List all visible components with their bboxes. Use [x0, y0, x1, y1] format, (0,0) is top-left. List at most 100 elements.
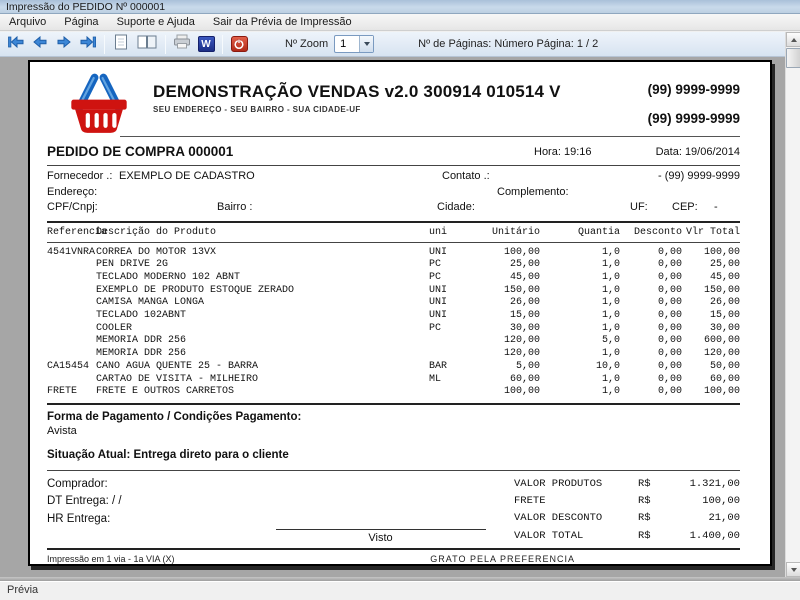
cell-descricao: CAMISA MANGA LONGA	[96, 297, 429, 310]
prev-page-button[interactable]	[29, 34, 51, 55]
cell-vlr-total: 26,00	[682, 297, 740, 310]
order-title-row: PEDIDO DE COMPRA 000001 Hora: 19:16 Data…	[47, 144, 740, 159]
total-label: FRETE	[514, 493, 638, 510]
supplier-block: Fornecedor .: EXEMPLO DE CADASTRO Contat…	[47, 166, 740, 217]
cell-referencia	[47, 323, 96, 336]
cell-desconto: 0,00	[620, 323, 682, 336]
menu-arquivo[interactable]: Arquivo	[0, 14, 55, 31]
cell-quantia: 5,0	[540, 335, 620, 348]
items-table: Referencia Descrição do Produto uni Unit…	[47, 223, 740, 399]
cell-vlr-total: 50,00	[682, 361, 740, 374]
single-page-view-button[interactable]	[110, 34, 132, 55]
menu-sair-previa[interactable]: Sair da Prévia de Impressão	[204, 14, 361, 31]
order-time: Hora: 19:16	[534, 146, 630, 158]
signature-line	[276, 529, 486, 530]
total-row: VALOR TOTAL R$ 1.400,00	[514, 528, 740, 545]
company-title: DEMONSTRAÇÃO VENDAS v2.0 300914 010514 V	[153, 82, 590, 102]
export-word-button[interactable]: W	[195, 34, 217, 55]
cell-referencia: FRETE	[47, 386, 96, 399]
cell-desconto: 0,00	[620, 247, 682, 260]
cell-descricao: PEN DRIVE 2G	[96, 259, 429, 272]
page-counter: Nº de Páginas: Número Página: 1 / 2	[418, 38, 598, 50]
last-page-button[interactable]	[77, 34, 99, 55]
print-button[interactable]	[171, 34, 193, 55]
col-referencia: Referencia	[47, 226, 96, 240]
menu-suporte[interactable]: Suporte e Ajuda	[108, 14, 204, 31]
zoom-dropdown[interactable]: 1	[334, 35, 374, 53]
two-pages-icon	[137, 34, 157, 55]
zoom-value: 1	[335, 38, 359, 50]
order-date: Data: 19/06/2014	[630, 146, 740, 158]
cell-vlr-total: 45,00	[682, 272, 740, 285]
window-titlebar[interactable]: Impressão do PEDIDO Nº 000001	[0, 0, 800, 14]
cell-unitario: 15,00	[475, 310, 540, 323]
table-row: FRETE FRETE E OUTROS CARRETOS 100,00 1,0…	[47, 386, 740, 399]
cell-referencia	[47, 310, 96, 323]
cell-desconto: 0,00	[620, 374, 682, 387]
total-value: 1.400,00	[666, 528, 740, 545]
power-off-icon	[231, 36, 248, 52]
cell-uni: PC	[429, 272, 475, 285]
menu-pagina[interactable]: Página	[55, 14, 107, 31]
cell-vlr-total: 15,00	[682, 310, 740, 323]
scroll-down-button[interactable]	[786, 562, 800, 577]
total-row: FRETE R$ 100,00	[514, 493, 740, 510]
total-value: 1.321,00	[666, 476, 740, 493]
divider	[47, 470, 740, 471]
scrollbar-thumb[interactable]	[786, 48, 800, 68]
first-page-button[interactable]	[5, 34, 27, 55]
next-page-button[interactable]	[53, 34, 75, 55]
table-row: TECLADO 102ABNT UNI 15,00 1,0 0,00 15,00	[47, 310, 740, 323]
payment-label: Forma de Pagamento / Condições Pagamento…	[47, 411, 740, 423]
cell-vlr-total: 150,00	[682, 285, 740, 298]
cell-descricao: MEMÓRIA DDR 256	[96, 335, 429, 348]
cell-quantia: 1,0	[540, 272, 620, 285]
cell-vlr-total: 100,00	[682, 247, 740, 260]
cell-uni: PC	[429, 259, 475, 272]
fornecedor-label: Fornecedor .:	[47, 170, 112, 182]
two-page-view-button[interactable]	[134, 34, 160, 55]
power-off-button[interactable]	[228, 34, 250, 55]
total-value: 21,00	[666, 510, 740, 527]
cell-unitario: 100,00	[475, 386, 540, 399]
cell-uni	[429, 386, 475, 399]
chevron-down-icon[interactable]	[359, 36, 373, 52]
via-note: Impressão em 1 via - 1a VIA (X)	[47, 554, 430, 564]
scroll-up-button[interactable]	[786, 32, 800, 47]
thanks-note: GRATO PELA PREFERENCIA	[430, 554, 575, 564]
document-page: DEMONSTRAÇÃO VENDAS v2.0 300914 010514 V…	[28, 60, 772, 566]
dt-entrega-label: DT Entrega:	[47, 495, 109, 507]
cell-descricao: CANO AGUA QUENTE 25 - BARRA	[96, 361, 429, 374]
cell-descricao: TECLADO MODERNO 102 ABNT	[96, 272, 429, 285]
cell-referencia: 4541VNRA	[47, 247, 96, 260]
cell-uni: UNI	[429, 310, 475, 323]
col-descricao: Descrição do Produto	[96, 226, 429, 240]
cell-referencia	[47, 348, 96, 361]
table-row: MEMÓRIA DDR 256 120,00 5,0 0,00 600,00	[47, 335, 740, 348]
cell-vlr-total: 30,00	[682, 323, 740, 336]
totals-block: VALOR PRODUTOS R$ 1.321,00 FRETE R$ 100,…	[514, 476, 740, 546]
cell-desconto: 0,00	[620, 386, 682, 399]
cell-uni	[429, 348, 475, 361]
cell-referencia	[47, 272, 96, 285]
uf-label: UF:	[630, 201, 648, 213]
document-header: DEMONSTRAÇÃO VENDAS v2.0 300914 010514 V…	[47, 70, 740, 134]
cell-vlr-total: 60,00	[682, 374, 740, 387]
vertical-scrollbar[interactable]	[785, 32, 800, 577]
table-row: CAMISA MANGA LONGA UNI 26,00 1,0 0,00 26…	[47, 297, 740, 310]
bottom-note-row: Impressão em 1 via - 1a VIA (X) GRATO PE…	[47, 554, 740, 564]
total-label: VALOR TOTAL	[514, 528, 638, 545]
cell-referencia	[47, 285, 96, 298]
document-footer: Comprador: DT Entrega: / / HR Entrega: V…	[47, 476, 740, 546]
cell-uni: UNI	[429, 285, 475, 298]
first-page-icon	[8, 35, 24, 53]
cell-referencia	[47, 374, 96, 387]
last-page-icon	[80, 35, 96, 53]
cell-desconto: 0,00	[620, 335, 682, 348]
table-row: EXEMPLO DE PRODUTO ESTOQUE ZERADO UNI 15…	[47, 285, 740, 298]
cell-uni	[429, 335, 475, 348]
cell-quantia: 10,0	[540, 361, 620, 374]
contato-label: Contato .:	[442, 170, 490, 182]
divider	[47, 548, 740, 550]
col-vlr-total: Vlr Total	[682, 226, 740, 240]
